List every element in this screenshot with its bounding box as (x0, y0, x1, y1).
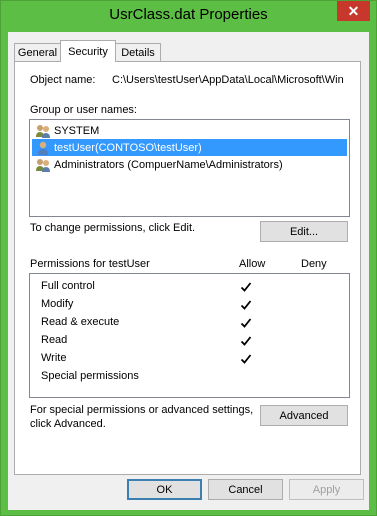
allow-check-icon (240, 317, 252, 329)
tab-security[interactable]: Security (60, 40, 116, 62)
permission-row: Read & execute (30, 315, 345, 331)
list-item-testuser[interactable]: testUser(CONTOSO\testUser) (32, 139, 347, 156)
permission-name: Write (41, 352, 67, 364)
deny-header: Deny (301, 258, 327, 270)
allow-check-icon (240, 353, 252, 365)
change-permissions-text: To change permissions, click Edit. (30, 222, 196, 234)
group-user-list[interactable]: SYSTEM testUser(CONTOSO\testUser) Admini… (29, 119, 350, 217)
properties-window: UsrClass.dat Properties ✕ General Securi… (0, 0, 377, 516)
allow-check-icon (240, 281, 252, 293)
security-panel: Object name: C:\Users\testUser\AppData\L… (14, 61, 361, 475)
permission-row: Full control (30, 279, 345, 295)
dialog-client: General Security Details Object name: C:… (8, 32, 369, 510)
list-item-label: Administrators (CompuerName\Administrato… (54, 158, 283, 171)
list-item-system[interactable]: SYSTEM (32, 122, 347, 139)
permissions-for-label: Permissions for testUser (30, 258, 150, 270)
group-users-icon (35, 157, 51, 173)
close-button[interactable]: ✕ (337, 1, 370, 21)
allow-header: Allow (239, 258, 266, 270)
edit-button[interactable]: Edit... (260, 221, 348, 242)
ok-button[interactable]: OK (127, 479, 202, 500)
close-icon: ✕ (347, 2, 360, 19)
object-name-value: C:\Users\testUser\AppData\Local\Microsof… (112, 74, 344, 86)
allow-check-icon (240, 335, 252, 347)
apply-button[interactable]: Apply (289, 479, 364, 500)
object-name-label: Object name: (30, 74, 96, 86)
permission-name: Full control (41, 280, 95, 292)
title-bar[interactable]: UsrClass.dat Properties ✕ (1, 1, 376, 32)
tab-general[interactable]: General (14, 43, 61, 61)
advanced-text-line2: click Advanced. (30, 418, 106, 430)
allow-check-icon (240, 299, 252, 311)
window-title: UsrClass.dat Properties (109, 6, 268, 23)
list-item-label: SYSTEM (54, 124, 100, 137)
group-users-icon (35, 123, 51, 139)
tab-details[interactable]: Details (115, 43, 161, 61)
permission-row: Read (30, 333, 345, 349)
permission-name: Special permissions (41, 370, 139, 382)
list-item-administrators[interactable]: Administrators (CompuerName\Administrato… (32, 156, 347, 173)
user-icon (35, 140, 51, 156)
list-item-label: testUser(CONTOSO\testUser) (54, 141, 202, 154)
permission-name: Read & execute (41, 316, 120, 328)
cancel-button[interactable]: Cancel (208, 479, 283, 500)
advanced-text-line1: For special permissions or advanced sett… (30, 404, 254, 416)
permissions-list[interactable]: Full control Modify Read & execute Read Writ… (29, 273, 350, 398)
group-names-label: Group or user names: (30, 104, 137, 116)
permission-name: Modify (41, 298, 74, 310)
permission-row: Special permissions (30, 369, 345, 385)
permission-row: Write (30, 351, 345, 367)
advanced-button[interactable]: Advanced (260, 405, 348, 426)
permission-name: Read (41, 334, 68, 346)
permission-row: Modify (30, 297, 345, 313)
